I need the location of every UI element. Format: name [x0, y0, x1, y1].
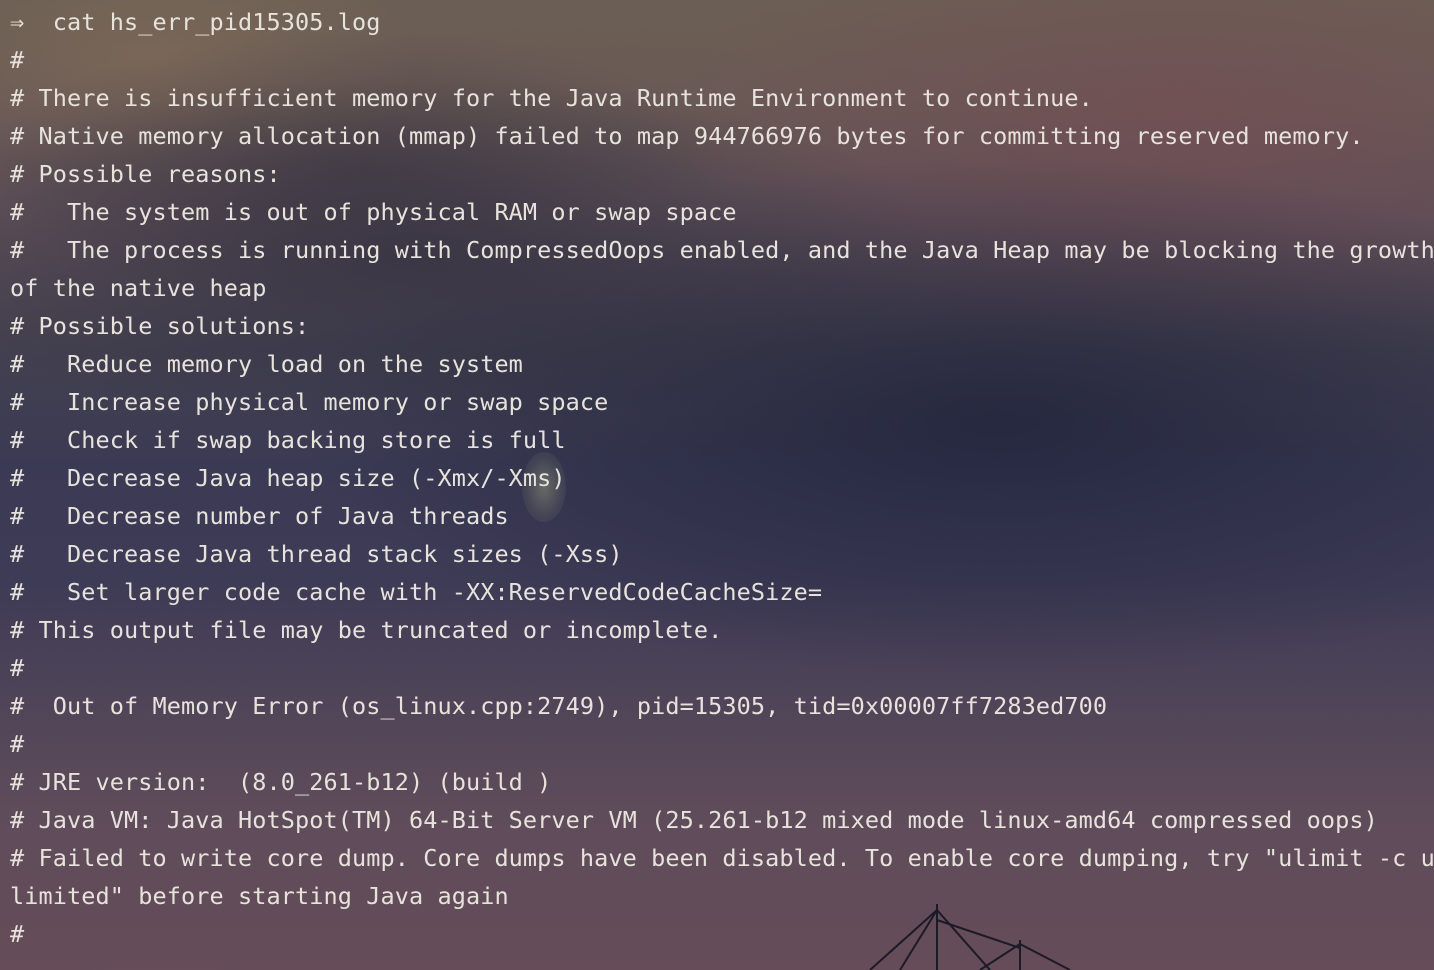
output-line: # The system is out of physical RAM or s…	[10, 198, 737, 226]
output-line: # Check if swap backing store is full	[10, 426, 566, 454]
output-line: # Reduce memory load on the system	[10, 350, 523, 378]
output-line: #	[10, 46, 25, 74]
output-line: of the native heap	[10, 274, 267, 302]
output-line: # There is insufficient memory for the J…	[10, 84, 1093, 112]
command-text: cat hs_err_pid15305.log	[52, 8, 381, 36]
output-line: # This output file may be truncated or i…	[10, 616, 723, 644]
output-line: # Native memory allocation (mmap) failed…	[10, 122, 1364, 150]
output-line: #	[10, 730, 25, 758]
output-line: # Out of Memory Error (os_linux.cpp:2749…	[10, 692, 1108, 720]
output-line: # Decrease Java thread stack sizes (-Xss…	[10, 540, 623, 568]
output-line: # Possible solutions:	[10, 312, 310, 340]
output-line: # Java VM: Java HotSpot(TM) 64-Bit Serve…	[10, 806, 1378, 834]
output-line: # Increase physical memory or swap space	[10, 388, 609, 416]
output-line: # Set larger code cache with -XX:Reserve…	[10, 578, 823, 606]
output-line: # JRE version: (8.0_261-b12) (build )	[10, 768, 552, 796]
output-line: # Possible reasons:	[10, 160, 281, 188]
output-line: # The process is running with Compressed…	[10, 236, 1434, 264]
command-line: ⇒ cat hs_err_pid15305.log	[10, 3, 380, 41]
output-line: # Failed to write core dump. Core dumps …	[10, 844, 1434, 872]
output-line: # Decrease number of Java threads	[10, 502, 509, 530]
output-line: #	[10, 920, 25, 948]
output-line: # Decrease Java heap size (-Xmx/-Xms)	[10, 464, 566, 492]
terminal-window[interactable]: ⇒ cat hs_err_pid15305.log # # There is i…	[0, 0, 1434, 970]
prompt-arrow-icon: ⇒	[10, 8, 25, 36]
output-line: limited" before starting Java again	[10, 882, 509, 910]
output-line: #	[10, 654, 25, 682]
